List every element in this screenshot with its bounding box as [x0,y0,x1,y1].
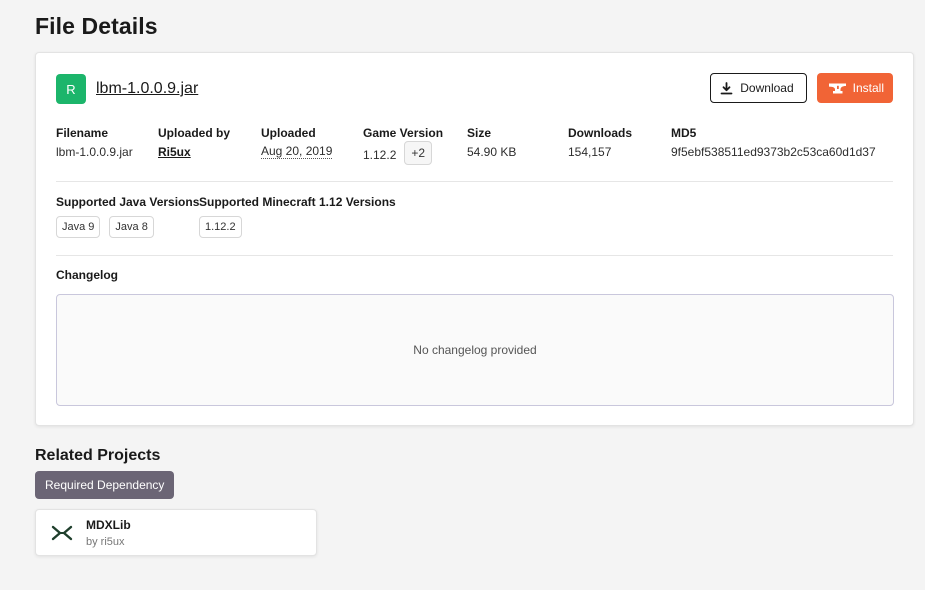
meta-size: Size 54.90 KB [467,126,516,159]
related-projects-title: Related Projects [35,447,161,464]
uploader-link[interactable]: Ri5ux [158,145,191,159]
file-name-link[interactable]: lbm-1.0.0.9.jar [96,80,198,98]
meta-filename-value: lbm-1.0.0.9.jar [56,145,133,159]
more-versions-chip[interactable]: +2 [404,141,433,165]
related-project-name: MDXLib [86,518,131,532]
install-button[interactable]: Install [816,73,893,103]
meta-downloads-value: 154,157 [568,145,612,159]
meta-uploaded: Uploaded Aug 20, 2019 [261,126,333,159]
minecraft-versions-label: Supported Minecraft 1.12 Versions [199,195,396,209]
download-button[interactable]: Download [710,73,807,103]
minecraft-version-chip: 1.12.2 [199,216,242,238]
minecraft-versions: Supported Minecraft 1.12 Versions 1.12.2 [199,195,396,238]
meta-game-version-row: 1.12.2 +2 [363,141,443,165]
meta-filename-label: Filename [56,126,109,140]
meta-md5-label: MD5 [671,126,697,140]
divider [56,255,893,256]
page-title: File Details [35,13,158,39]
java-versions: Supported Java Versions Java 9 Java 8 [56,195,199,238]
meta-uploaded-label: Uploaded [261,126,316,140]
changelog-box[interactable]: No changelog provided [56,294,894,406]
related-project-card[interactable]: MDXLib by ri5ux [35,509,317,556]
file-details-card: R lbm-1.0.0.9.jar Download Install Filen… [35,52,914,426]
file-header: R lbm-1.0.0.9.jar [56,74,198,104]
meta-game-version-value: 1.12.2 [363,148,397,162]
meta-uploaded-by-row: Ri5ux [158,145,230,159]
install-button-label: Install [852,81,884,95]
download-button-label: Download [740,81,794,95]
meta-filename: Filename lbm-1.0.0.9.jar [56,126,133,159]
java-versions-label: Supported Java Versions [56,195,200,209]
meta-size-label: Size [467,126,492,140]
meta-md5-value: 9f5ebf538511ed9373b2c53ca60d1d37 [671,145,876,159]
related-project-author: by ri5ux [86,536,125,548]
meta-downloads-label: Downloads [568,126,633,140]
minecraft-version-chips: 1.12.2 [199,216,396,238]
meta-game-version-label: Game Version [363,126,444,140]
mdxlib-logo-icon [51,524,73,542]
meta-size-row: 54.90 KB [467,145,516,159]
meta-downloads-row: 154,157 [568,145,632,159]
download-icon [720,81,733,95]
java-version-chips: Java 9 Java 8 [56,216,199,238]
file-metadata: Filename lbm-1.0.0.9.jar Uploaded by Ri5… [56,126,896,166]
java-version-chip: Java 8 [109,216,154,238]
meta-uploaded-by-label: Uploaded by [158,126,231,140]
java-version-chip: Java 9 [56,216,101,238]
meta-uploaded-row: Aug 20, 2019 [261,144,333,159]
divider [56,181,893,182]
meta-uploaded-by: Uploaded by Ri5ux [158,126,230,159]
meta-downloads: Downloads 154,157 [568,126,632,159]
upload-date: Aug 20, 2019 [261,144,333,159]
changelog-label: Changelog [56,268,118,282]
meta-md5-row: 9f5ebf538511ed9373b2c53ca60d1d37 [671,145,876,159]
meta-md5: MD5 9f5ebf538511ed9373b2c53ca60d1d37 [671,126,876,159]
anvil-icon [828,82,848,95]
meta-size-value: 54.90 KB [467,145,517,159]
meta-filename-row: lbm-1.0.0.9.jar [56,145,133,159]
required-dependency-tab[interactable]: Required Dependency [35,471,175,499]
page: File Details R lbm-1.0.0.9.jar Download [0,0,925,590]
meta-game-version: Game Version 1.12.2 +2 [363,126,443,165]
release-type-badge: R [56,74,86,104]
file-actions: Download Install [710,73,893,103]
changelog-empty-text: No changelog provided [413,343,537,357]
